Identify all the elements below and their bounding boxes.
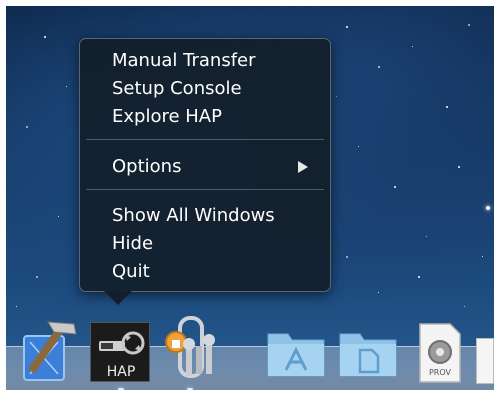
star [378,292,379,293]
star [36,276,38,278]
star [378,66,380,68]
provisioning-profile-icon[interactable]: PROV [414,320,466,386]
star [482,256,483,257]
hap-icon-tile: HAP [90,322,150,382]
menu-item-explore-hap[interactable]: Explore HAP [112,106,222,128]
star [418,276,420,278]
menu-pointer [104,291,132,305]
star [394,186,396,188]
submenu-arrow-icon [298,161,308,173]
star [346,26,348,28]
star [16,306,17,307]
desktop: Manual Transfer Setup Console Explore HA… [6,6,494,390]
star [464,306,465,307]
menu-item-setup-console[interactable]: Setup Console [112,78,242,100]
star [486,206,490,210]
star [26,126,28,128]
menu-item-options[interactable]: Options [112,156,181,178]
dock-context-menu: Manual Transfer Setup Console Explore HA… [79,38,331,292]
menu-item-show-all-windows[interactable]: Show All Windows [112,205,275,227]
hap-app-icon[interactable]: HAP [90,318,152,384]
star [66,86,67,87]
keychain-access-icon[interactable] [160,312,220,384]
menu-item-hide[interactable]: Hide [112,233,153,255]
star [346,256,348,258]
documents-folder-icon[interactable] [336,322,400,380]
menu-separator [86,139,324,140]
star [446,106,448,108]
menu-separator [86,189,324,190]
hap-icon-label: HAP [106,364,136,380]
running-indicator [118,388,124,390]
star [468,24,470,26]
document-icon[interactable] [476,338,494,384]
star [58,216,59,217]
running-indicator [187,388,193,390]
star [44,36,46,38]
star [358,146,359,147]
xcode-icon[interactable] [20,318,80,384]
star [336,96,337,97]
star [412,46,413,47]
star [426,236,427,237]
applications-folder-icon[interactable] [264,322,328,380]
prov-file-label: PROV [428,368,451,377]
menu-item-manual-transfer[interactable]: Manual Transfer [112,50,256,72]
menu-item-quit[interactable]: Quit [112,261,150,283]
star [458,166,460,168]
